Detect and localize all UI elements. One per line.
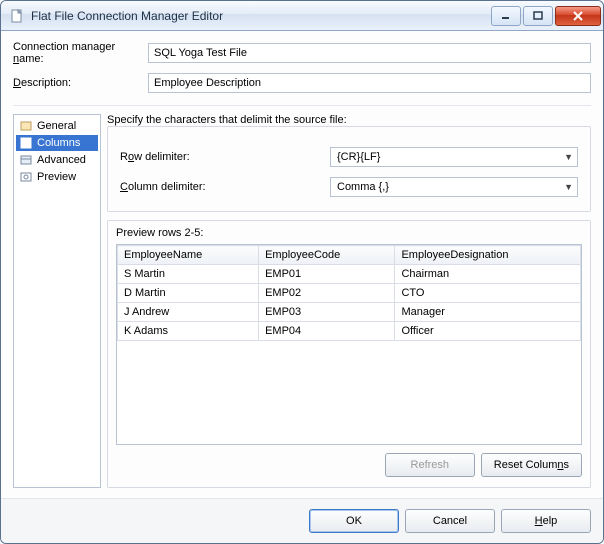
preview-table-container: EmployeeName EmployeeCode EmployeeDesign… [116,244,582,445]
table-header-row: EmployeeName EmployeeCode EmployeeDesign… [118,246,581,265]
client-area: Connection manager name: Description: Ge… [1,31,603,498]
sidebar-item-label: Advanced [37,154,86,166]
preview-label: Preview rows 2-5: [116,227,582,239]
minimize-button[interactable] [491,6,521,26]
column-delimiter-row: Column delimiter: Comma {,} ▼ [120,177,578,197]
divider [13,105,591,106]
refresh-button[interactable]: Refresh [385,453,475,477]
cell: Chairman [395,265,581,284]
connection-name-input[interactable] [148,43,591,63]
window-title: Flat File Connection Manager Editor [31,9,489,23]
column-delimiter-value: Comma {,} [337,181,389,193]
delimiter-heading: Specify the characters that delimit the … [107,114,591,126]
table-row[interactable]: J Andrew EMP03 Manager [118,303,581,322]
sidebar-item-label: Columns [37,137,80,149]
table-row[interactable]: D Martin EMP02 CTO [118,284,581,303]
maximize-button[interactable] [523,6,553,26]
dialog-window: Flat File Connection Manager Editor Conn… [0,0,604,544]
sidebar-item-columns[interactable]: Columns [16,135,98,151]
reset-columns-button[interactable]: Reset Columns [481,453,582,477]
column-delimiter-label: Column delimiter: [120,181,330,193]
table-row[interactable]: S Martin EMP01 Chairman [118,265,581,284]
sidebar-item-label: Preview [37,171,76,183]
general-icon [19,119,33,133]
col-header[interactable]: EmployeeName [118,246,259,265]
cell: J Andrew [118,303,259,322]
preview-buttons: Refresh Reset Columns [116,453,582,477]
sidebar-item-advanced[interactable]: Advanced [16,152,98,168]
delimiter-group: Row delimiter: {CR}{LF} ▼ Column delimit… [107,126,591,212]
cell: CTO [395,284,581,303]
table-row[interactable]: K Adams EMP04 Officer [118,322,581,341]
ok-button[interactable]: OK [309,509,399,533]
row-delimiter-row: Row delimiter: {CR}{LF} ▼ [120,147,578,167]
cell: D Martin [118,284,259,303]
col-header[interactable]: EmployeeCode [259,246,395,265]
connection-name-label: Connection manager name: [13,41,148,65]
file-icon [9,8,25,24]
titlebar: Flat File Connection Manager Editor [1,1,603,31]
cell: EMP02 [259,284,395,303]
cell: Officer [395,322,581,341]
window-controls [489,6,601,26]
cell: K Adams [118,322,259,341]
chevron-down-icon: ▼ [564,152,573,162]
description-input[interactable] [148,73,591,93]
cancel-button[interactable]: Cancel [405,509,495,533]
cell: EMP03 [259,303,395,322]
row-delimiter-value: {CR}{LF} [337,151,380,163]
column-delimiter-combo[interactable]: Comma {,} ▼ [330,177,578,197]
connection-name-row: Connection manager name: [13,41,591,65]
chevron-down-icon: ▼ [564,182,573,192]
col-header[interactable]: EmployeeDesignation [395,246,581,265]
mid-area: General Columns Advanced Preview Specify… [13,114,591,488]
preview-table: EmployeeName EmployeeCode EmployeeDesign… [117,245,581,341]
description-row: Description: [13,73,591,93]
dialog-button-bar: OK Cancel Help [1,498,603,543]
sidebar-item-label: General [37,120,76,132]
cell: EMP04 [259,322,395,341]
description-label: Description: [13,77,148,89]
sidebar: General Columns Advanced Preview [13,114,101,488]
preview-icon [19,170,33,184]
cell: Manager [395,303,581,322]
close-button[interactable] [555,6,601,26]
cell: S Martin [118,265,259,284]
cell: EMP01 [259,265,395,284]
sidebar-item-general[interactable]: General [16,118,98,134]
help-button[interactable]: Help [501,509,591,533]
preview-group: Preview rows 2-5: EmployeeName EmployeeC… [107,220,591,488]
sidebar-item-preview[interactable]: Preview [16,169,98,185]
main-panel: Specify the characters that delimit the … [107,114,591,488]
advanced-icon [19,153,33,167]
row-delimiter-combo[interactable]: {CR}{LF} ▼ [330,147,578,167]
row-delimiter-label: Row delimiter: [120,151,330,163]
columns-icon [19,136,33,150]
